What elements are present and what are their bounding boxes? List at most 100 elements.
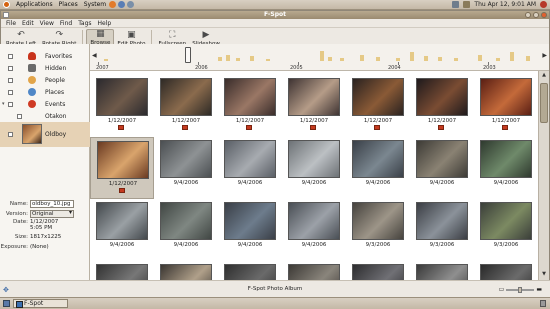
photo-thumbnail[interactable]	[416, 140, 468, 178]
zoom-knob[interactable]	[518, 286, 523, 293]
version-select[interactable]: Original	[30, 210, 74, 218]
tag-checkbox[interactable]	[8, 89, 13, 95]
photo-cell[interactable]: 1/12/2007	[282, 75, 346, 137]
photo-cell[interactable]: 1/12/2007	[90, 137, 154, 199]
photo-thumbnail[interactable]	[480, 264, 532, 280]
menu-file[interactable]: File	[3, 20, 19, 27]
photo-thumbnail[interactable]	[160, 78, 212, 116]
clock[interactable]: Thu Apr 12, 9:01 AM	[474, 1, 536, 8]
name-field[interactable]: oldboy_10.jpg	[30, 200, 74, 208]
photo-thumbnail[interactable]	[160, 264, 212, 280]
firefox-launcher-icon[interactable]	[109, 1, 117, 8]
applications-menu[interactable]: Applications	[13, 1, 56, 8]
tag-row-places[interactable]: Places	[0, 86, 90, 98]
maximize-button[interactable]	[533, 12, 539, 18]
photo-thumbnail[interactable]	[352, 78, 404, 116]
timeline[interactable]: ◀ ▶ 2007 2006 2005 2004 2003	[90, 44, 549, 71]
scroll-up-icon[interactable]: ▲	[540, 72, 548, 80]
zoom-slider[interactable]	[506, 286, 535, 293]
photo-cell[interactable]: 9/4/2006	[282, 137, 346, 199]
photo-cell[interactable]: 9/4/2006	[282, 199, 346, 261]
tag-row-hidden[interactable]: Hidden	[0, 62, 90, 74]
photo-cell[interactable]: 1/12/2007	[346, 75, 410, 137]
menu-edit[interactable]: Edit	[19, 20, 37, 27]
menu-help[interactable]: Help	[95, 20, 115, 27]
photo-cell[interactable]: 9/3/2006	[410, 199, 474, 261]
tag-row-people[interactable]: People	[0, 74, 90, 86]
photo-cell[interactable]: 9/4/2006	[90, 199, 154, 261]
photo-grid[interactable]: 1/12/2007 1/12/2007 1/12/2007 1/12/2007 1/12…	[90, 71, 538, 280]
timeline-right-arrow-icon[interactable]: ▶	[542, 52, 547, 59]
photo-cell[interactable]	[346, 261, 410, 280]
photo-cell[interactable]: 9/4/2006	[218, 199, 282, 261]
trash-icon[interactable]	[540, 300, 546, 307]
photo-thumbnail[interactable]	[224, 78, 276, 116]
photo-thumbnail[interactable]	[416, 264, 468, 280]
zoom-in-icon[interactable]: ▬	[536, 286, 542, 293]
photo-thumbnail[interactable]	[352, 264, 404, 280]
photo-thumbnail[interactable]	[288, 264, 340, 280]
photo-thumbnail[interactable]	[97, 141, 149, 179]
system-menu[interactable]: System	[81, 1, 109, 8]
menu-find[interactable]: Find	[57, 20, 75, 27]
photo-thumbnail[interactable]	[96, 202, 148, 240]
tag-checkbox[interactable]	[17, 113, 22, 119]
window-menu-icon[interactable]	[3, 12, 9, 18]
window-titlebar[interactable]: F-Spot	[1, 11, 549, 19]
photo-cell[interactable]: 9/3/2006	[474, 199, 538, 261]
scroll-down-icon[interactable]: ▼	[540, 271, 548, 279]
zoom-control[interactable]: ▭ ▬	[499, 286, 542, 293]
tag-row-favorites[interactable]: Favorites	[0, 50, 90, 62]
photo-thumbnail[interactable]	[160, 140, 212, 178]
photo-cell[interactable]: 9/4/2006	[154, 199, 218, 261]
scroll-thumb[interactable]	[540, 83, 548, 123]
tag-row-events[interactable]: ▾ Events	[0, 98, 90, 110]
photo-cell[interactable]	[218, 261, 282, 280]
photo-cell[interactable]: 1/12/2007	[474, 75, 538, 137]
tag-row-otakon[interactable]: Otakon	[0, 110, 90, 122]
photo-thumbnail[interactable]	[352, 202, 404, 240]
network-icon[interactable]	[452, 1, 460, 8]
photo-cell[interactable]: 9/4/2006	[218, 137, 282, 199]
photo-cell[interactable]	[474, 261, 538, 280]
photo-thumbnail[interactable]	[416, 78, 468, 116]
photo-cell[interactable]	[90, 261, 154, 280]
photo-cell[interactable]: 1/12/2007	[410, 75, 474, 137]
help-launcher-icon[interactable]	[127, 1, 135, 8]
photo-thumbnail[interactable]	[288, 78, 340, 116]
tag-checkbox[interactable]	[8, 132, 13, 137]
minimize-button[interactable]	[525, 12, 531, 18]
ubuntu-logo-icon[interactable]	[3, 1, 10, 8]
photo-thumbnail[interactable]	[96, 78, 148, 116]
photo-thumbnail[interactable]	[480, 202, 532, 240]
tag-row-oldboy[interactable]: Oldboy	[0, 122, 90, 147]
photo-cell[interactable]: 1/12/2007	[154, 75, 218, 137]
expander-icon[interactable]: ▾	[2, 101, 5, 107]
photo-cell[interactable]: 9/4/2006	[346, 137, 410, 199]
close-button[interactable]	[541, 12, 547, 18]
photo-cell[interactable]: 1/12/2007	[90, 75, 154, 137]
photo-thumbnail[interactable]	[160, 202, 212, 240]
photo-thumbnail[interactable]	[224, 140, 276, 178]
tag-checkbox[interactable]	[8, 65, 13, 71]
photo-cell[interactable]: 9/4/2006	[154, 137, 218, 199]
photo-cell[interactable]: 9/4/2006	[474, 137, 538, 199]
tag-checkbox[interactable]	[8, 101, 13, 107]
photo-cell[interactable]: 9/3/2006	[346, 199, 410, 261]
photo-thumbnail[interactable]	[224, 202, 276, 240]
timeline-handle[interactable]	[185, 47, 191, 63]
photo-thumbnail[interactable]	[480, 140, 532, 178]
photo-cell[interactable]	[282, 261, 346, 280]
tag-checkbox[interactable]	[8, 77, 13, 83]
menu-tags[interactable]: Tags	[75, 20, 94, 27]
photo-thumbnail[interactable]	[96, 264, 148, 280]
places-menu[interactable]: Places	[56, 1, 81, 8]
timeline-left-arrow-icon[interactable]: ◀	[92, 52, 97, 59]
photo-thumbnail[interactable]	[352, 140, 404, 178]
photo-thumbnail[interactable]	[416, 202, 468, 240]
photo-cell[interactable]: 9/4/2006	[410, 137, 474, 199]
tag-checkbox[interactable]	[8, 53, 13, 59]
evolution-launcher-icon[interactable]	[118, 1, 126, 8]
photo-cell[interactable]	[410, 261, 474, 280]
zoom-out-icon[interactable]: ▭	[499, 286, 505, 293]
